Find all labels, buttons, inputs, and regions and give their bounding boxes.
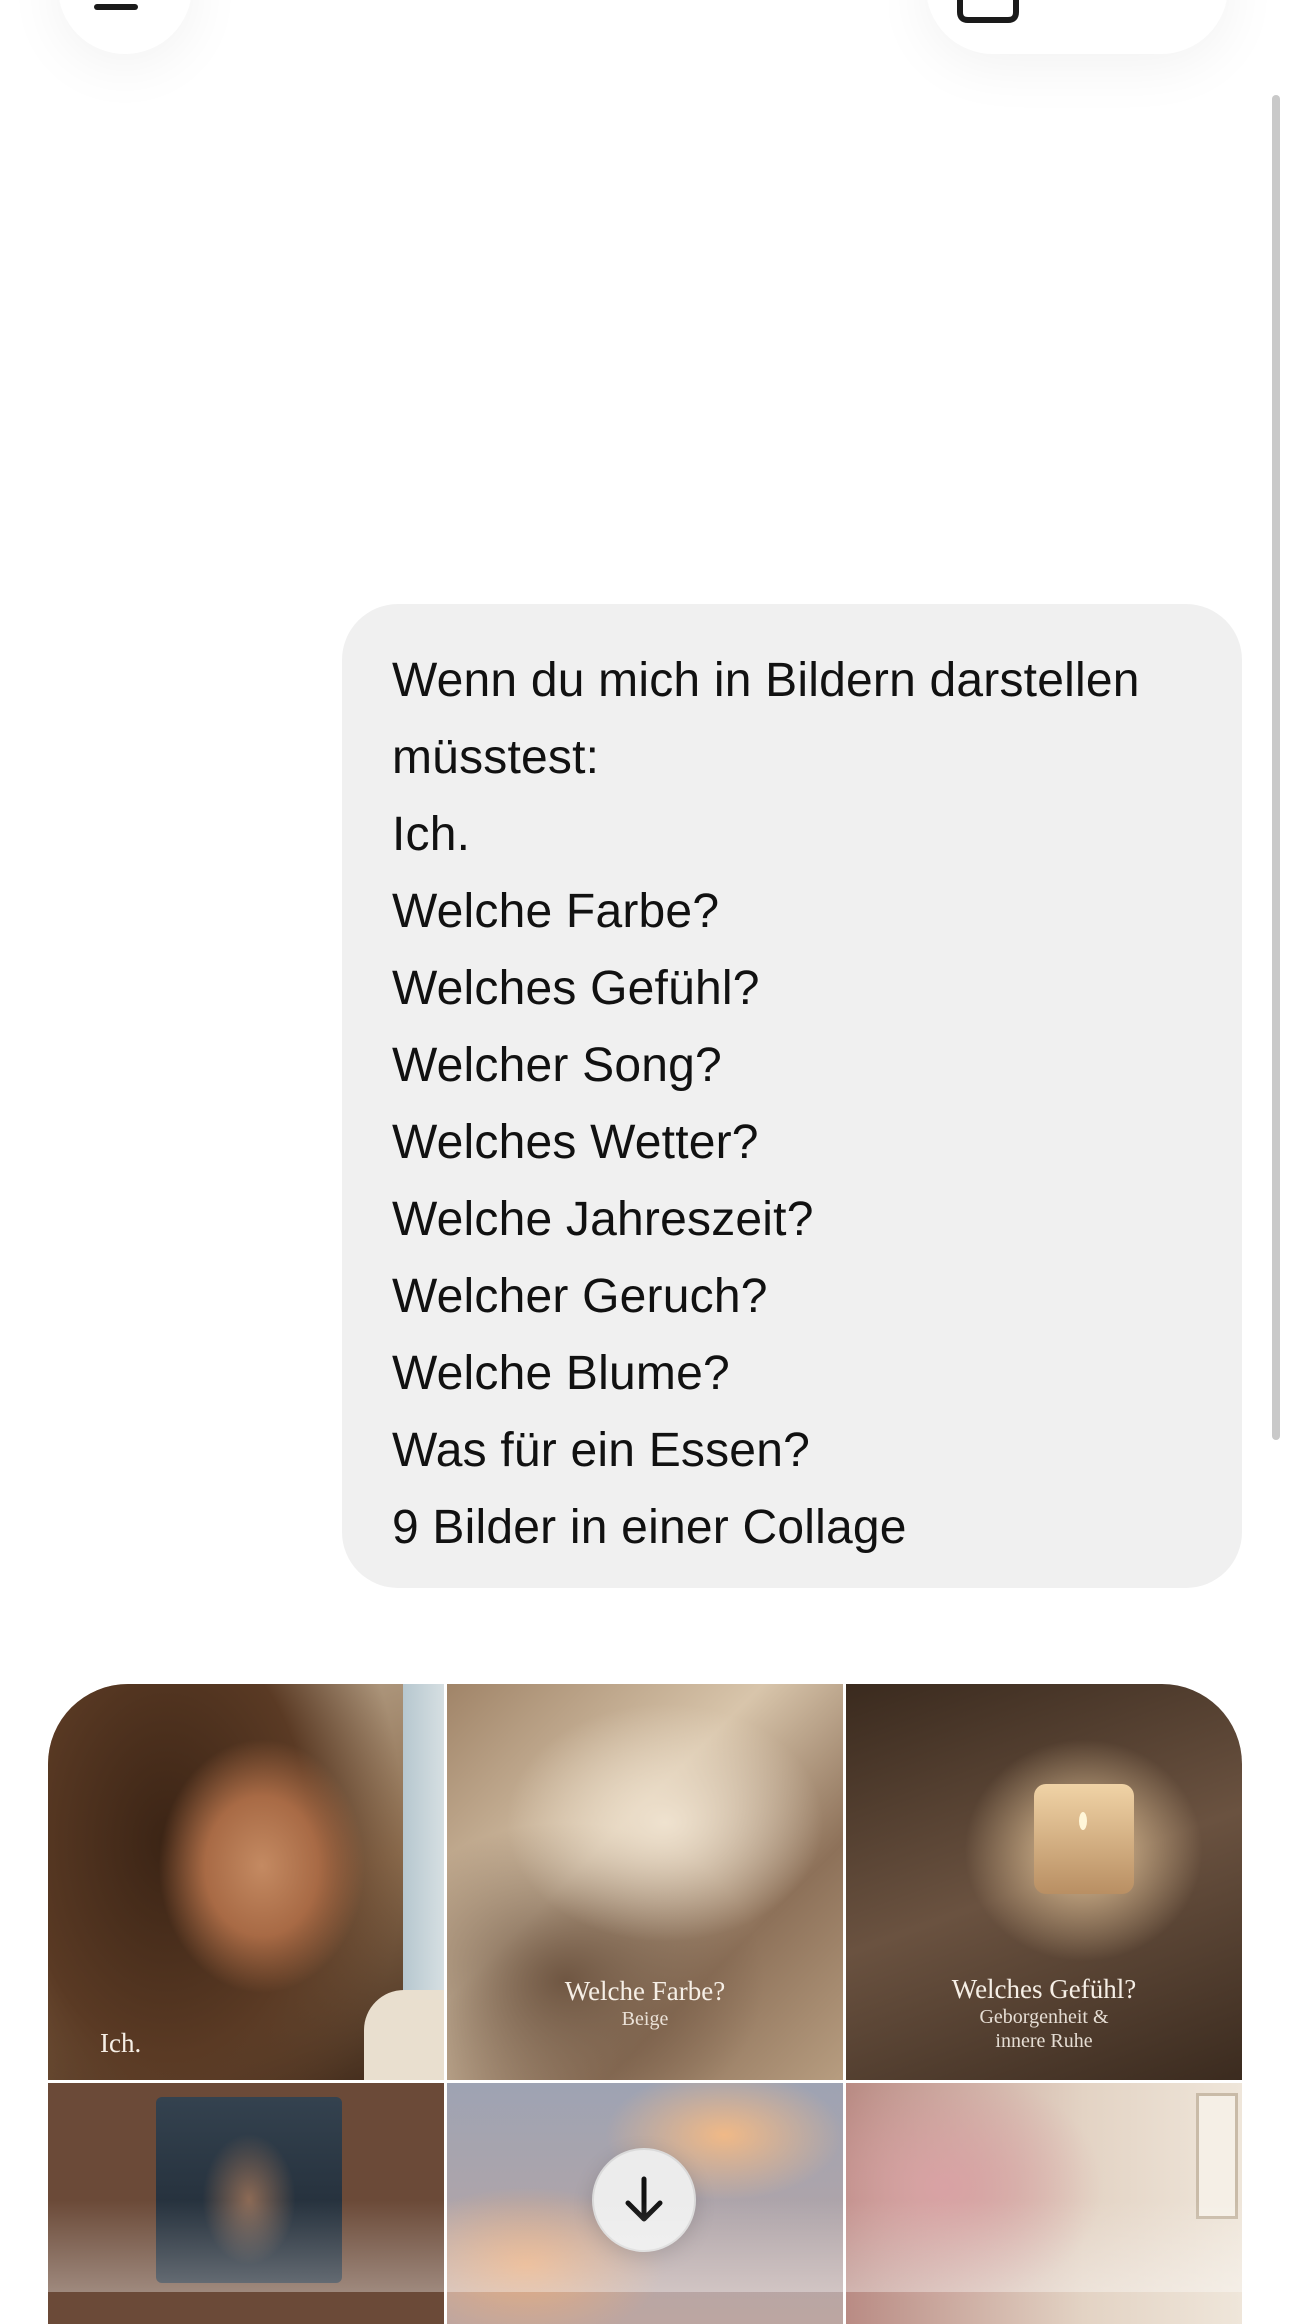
scroll-down-button[interactable]: [592, 2148, 696, 2252]
message-line: Welches Wetter?: [392, 1116, 759, 1169]
collage-tile-color: Welche Farbe? Beige: [447, 1684, 843, 2080]
menu-button[interactable]: [58, 0, 192, 54]
message-line: Ich.: [392, 808, 471, 861]
tile-subcaption: Geborgenheit &: [979, 2006, 1109, 2028]
new-chat-button[interactable]: [926, 0, 1228, 54]
collage-tile-portrait: Ich.: [48, 1684, 444, 2080]
message-line: 9 Bilder in einer Collage: [392, 1501, 907, 1554]
arrow-down-icon: [625, 2176, 663, 2222]
scrollbar[interactable]: [1272, 95, 1280, 1440]
collage-tile-feeling: Welches Gefühl? Geborgenheit & innere Ru…: [846, 1684, 1242, 2080]
tile-caption: Welche Farbe?: [564, 1976, 726, 2006]
tile-subcaption: innere Ruhe: [995, 2030, 1093, 2052]
tile-caption: Ich.: [100, 2028, 142, 2058]
collage-tile-song: [48, 2083, 444, 2324]
message-line: Was für ein Essen?: [392, 1424, 810, 1477]
message-line: Welcher Song?: [392, 1039, 722, 1092]
message-line: Welche Blume?: [392, 1347, 730, 1400]
collage-tile-season: [846, 2083, 1242, 2324]
user-message-bubble: Wenn du mich in Bildern darstellen müsst…: [342, 604, 1242, 1588]
message-line: Welche Jahreszeit?: [392, 1193, 814, 1246]
tile-caption: Welches Gefühl?: [951, 1974, 1137, 2004]
message-line: müsstest:: [392, 731, 600, 784]
message-line: Welche Farbe?: [392, 885, 720, 938]
message-line: Wenn du mich in Bildern darstellen: [392, 654, 1140, 707]
message-line: Welches Gefühl?: [392, 962, 760, 1015]
menu-icon: [94, 4, 138, 10]
message-line: Welcher Geruch?: [392, 1270, 768, 1323]
new-chat-icon: [957, 0, 1019, 23]
tile-subcaption: Beige: [621, 2008, 669, 2030]
